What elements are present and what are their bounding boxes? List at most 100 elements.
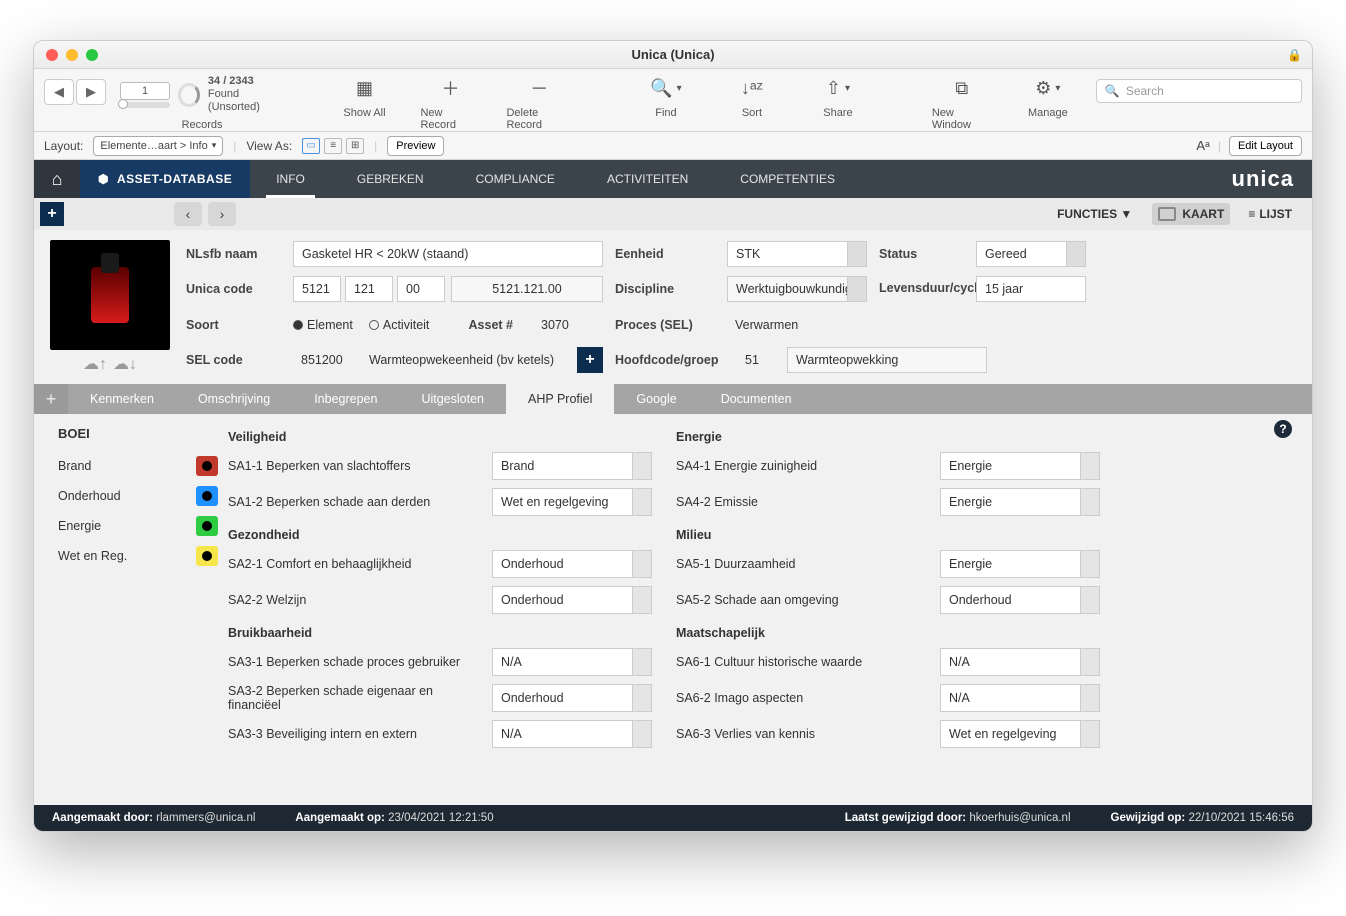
edit-layout-button[interactable]: Edit Layout xyxy=(1229,136,1302,156)
download-icon[interactable]: ☁︎↓ xyxy=(113,354,137,374)
help-icon[interactable]: ? xyxy=(1274,420,1292,438)
unica-c2[interactable]: 121 xyxy=(345,276,393,302)
ahp-select[interactable]: Energie xyxy=(940,488,1100,516)
color-swatch[interactable] xyxy=(196,486,218,506)
find-button[interactable]: 🔍▾ Find xyxy=(636,75,696,119)
boei-title: BOEI xyxy=(58,426,218,441)
view-table-icon[interactable]: ⊞ xyxy=(346,138,364,154)
maximize-icon[interactable] xyxy=(86,49,98,61)
brand-logo: unica xyxy=(1214,160,1312,198)
app-window: Unica (Unica) 🔒 ◀ ▶ 1 34 / 2343 Found (U… xyxy=(33,40,1313,832)
view-kaart-button[interactable]: KAART xyxy=(1152,203,1230,225)
forward-button[interactable]: ▶ xyxy=(76,79,106,105)
tab-documenten[interactable]: Documenten xyxy=(699,384,814,414)
ahp-select[interactable]: N/A xyxy=(940,648,1100,676)
tab-inbegrepen[interactable]: Inbegrepen xyxy=(292,384,399,414)
tab-google[interactable]: Google xyxy=(614,384,698,414)
navbar: ⌂ ⬢ ASSET-DATABASE INFO GEBREKEN COMPLIA… xyxy=(34,160,1312,198)
ahp-select[interactable]: N/A xyxy=(492,720,652,748)
prev-record-button[interactable]: ‹ xyxy=(174,202,202,226)
ahp-select[interactable]: Wet en regelgeving xyxy=(492,488,652,516)
ahp-select[interactable]: N/A xyxy=(940,684,1100,712)
sort-button[interactable]: ↓ᵃᶻ Sort xyxy=(722,75,782,119)
subtabs: + Kenmerken Omschrijving Inbegrepen Uitg… xyxy=(34,384,1312,414)
color-swatch[interactable] xyxy=(196,546,218,566)
functies-menu[interactable]: FUNCTIES ▼ xyxy=(1057,207,1132,221)
ahp-label: SA2-1 Comfort en behaaglijkheid xyxy=(228,550,468,578)
minimize-icon[interactable] xyxy=(66,49,78,61)
ahp-select[interactable]: Onderhoud xyxy=(940,586,1100,614)
eenheid-select[interactable]: STK xyxy=(727,241,867,267)
tab-ahp-profiel[interactable]: AHP Profiel xyxy=(506,384,614,414)
ahp-select[interactable]: Brand xyxy=(492,452,652,480)
thumbnail-image[interactable] xyxy=(50,240,170,350)
close-icon[interactable] xyxy=(46,49,58,61)
nav-tab-compliance[interactable]: COMPLIANCE xyxy=(450,160,581,198)
nav-tab-gebreken[interactable]: GEBREKEN xyxy=(331,160,450,198)
home-icon: ⌂ xyxy=(52,169,63,190)
show-all-button[interactable]: ▦ Show All xyxy=(334,75,394,119)
ahp-select[interactable]: Energie xyxy=(940,452,1100,480)
boei-row: Brand xyxy=(58,451,218,481)
color-swatch[interactable] xyxy=(196,516,218,536)
section-heading: Milieu xyxy=(676,528,1100,542)
list-icon: ≡ xyxy=(1248,207,1253,221)
asset-label: Asset # xyxy=(469,318,513,332)
status-select[interactable]: Gereed xyxy=(976,241,1086,267)
sel-add-button[interactable]: + xyxy=(577,347,603,373)
tab-omschrijving[interactable]: Omschrijving xyxy=(176,384,292,414)
ahp-label: SA5-1 Duurzaamheid xyxy=(676,550,916,578)
ahp-select[interactable]: Onderhoud xyxy=(492,684,652,712)
ahp-select[interactable]: Wet en regelgeving xyxy=(940,720,1100,748)
add-button[interactable]: + xyxy=(40,202,64,226)
nav-tab-activiteiten[interactable]: ACTIVITEITEN xyxy=(581,160,714,198)
record-slider[interactable] xyxy=(118,99,128,109)
unica-label: Unica code xyxy=(186,282,281,296)
subtab-add[interactable]: + xyxy=(34,384,68,414)
tab-kenmerken[interactable]: Kenmerken xyxy=(68,384,176,414)
share-button[interactable]: ⇧▾ Share xyxy=(808,75,868,119)
soort-element-radio[interactable]: Element xyxy=(293,318,353,332)
boei-row: Wet en Reg. xyxy=(58,541,218,571)
nav-tabs: INFO GEBREKEN COMPLIANCE ACTIVITEITEN CO… xyxy=(250,160,861,198)
layout-select[interactable]: Elemente…aart > Info ▾ xyxy=(93,136,223,156)
record-number-input[interactable]: 1 xyxy=(120,82,170,100)
status-label: Status xyxy=(879,247,964,261)
color-swatch[interactable] xyxy=(196,456,218,476)
nlsfb-input[interactable]: Gasketel HR < 20kW (staand) xyxy=(293,241,603,267)
next-record-button[interactable]: › xyxy=(208,202,236,226)
ahp-select[interactable]: Onderhoud xyxy=(492,550,652,578)
levensduur-input[interactable]: 15 jaar xyxy=(976,276,1086,302)
soort-activiteit-radio[interactable]: Activiteit xyxy=(369,318,430,332)
preview-button[interactable]: Preview xyxy=(387,136,444,156)
view-lijst-button[interactable]: ≡ LIJST xyxy=(1242,203,1298,225)
nav-tab-competenties[interactable]: COMPETENTIES xyxy=(714,160,861,198)
ahp-select[interactable]: Energie xyxy=(940,550,1100,578)
ahp-select[interactable]: Onderhoud xyxy=(492,586,652,614)
text-size-icon[interactable]: Aᵃ xyxy=(1196,138,1210,153)
view-list-icon[interactable]: ≡ xyxy=(324,138,342,154)
nlsfb-label: NLsfb naam xyxy=(186,247,281,261)
back-button[interactable]: ◀ xyxy=(44,79,74,105)
manage-button[interactable]: ⚙▾ Manage xyxy=(1018,75,1078,119)
db-title[interactable]: ⬢ ASSET-DATABASE xyxy=(80,160,250,198)
home-button[interactable]: ⌂ xyxy=(34,160,80,198)
cube-icon: ⬢ xyxy=(98,172,109,186)
boei-label: Onderhoud xyxy=(58,489,121,503)
search-input[interactable]: 🔍 Search xyxy=(1096,79,1302,103)
nav-arrows: ◀ ▶ xyxy=(44,79,106,105)
view-form-icon[interactable]: ▭ xyxy=(302,138,320,154)
search-icon: 🔍 xyxy=(650,78,672,99)
delete-record-button[interactable]: － Delete Record xyxy=(506,75,572,131)
tab-uitgesloten[interactable]: Uitgesloten xyxy=(399,384,506,414)
nav-tab-info[interactable]: INFO xyxy=(250,160,331,198)
chevron-down-icon: ▾ xyxy=(1055,83,1060,94)
new-record-button[interactable]: ＋ New Record xyxy=(420,75,480,131)
unica-c3[interactable]: 00 xyxy=(397,276,445,302)
ahp-label: SA3-1 Beperken schade proces gebruiker xyxy=(228,648,468,676)
upload-icon[interactable]: ☁︎↑ xyxy=(83,354,107,374)
ahp-select[interactable]: N/A xyxy=(492,648,652,676)
unica-c1[interactable]: 5121 xyxy=(293,276,341,302)
discipline-select[interactable]: Werktuigbouwkundig xyxy=(727,276,867,302)
new-window-button[interactable]: ⧉ New Window xyxy=(932,75,992,131)
